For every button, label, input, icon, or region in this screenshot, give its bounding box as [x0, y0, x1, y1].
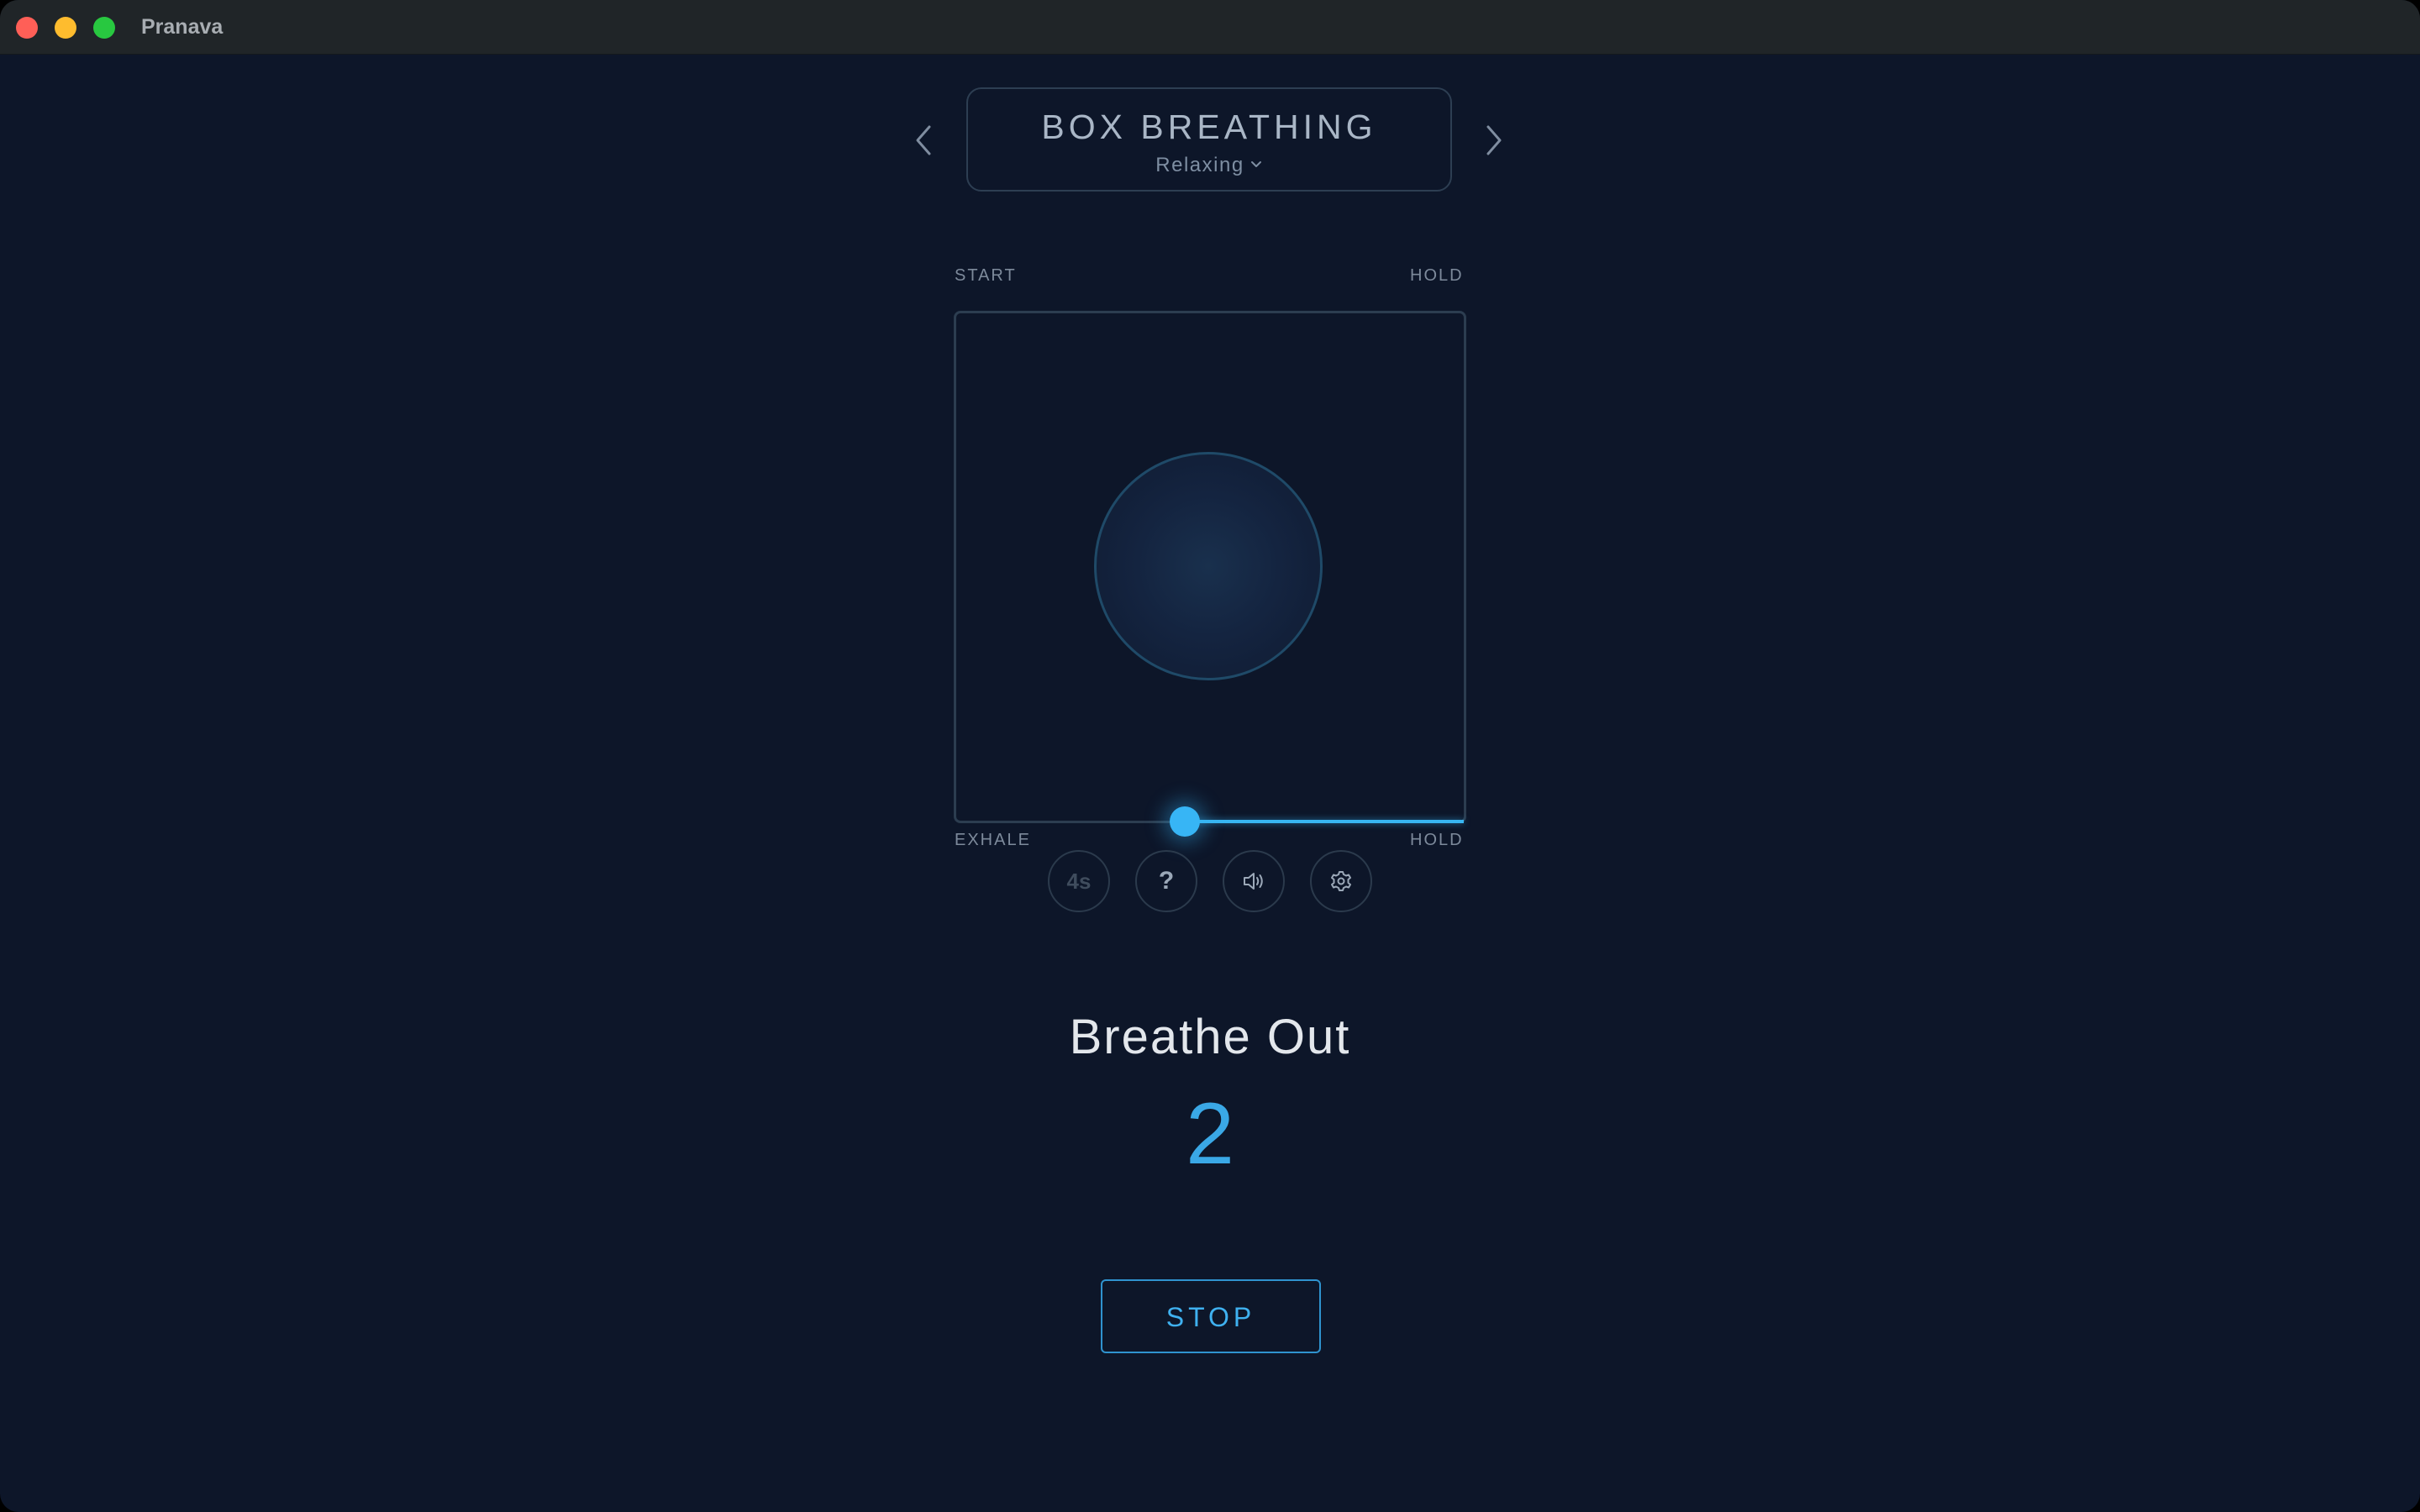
speaker-icon [1244, 873, 1263, 890]
help-button[interactable]: ? [1135, 850, 1197, 912]
minimize-window-button[interactable] [55, 17, 76, 39]
phase-countdown: 2 [1186, 1085, 1234, 1183]
title-bar: Pranava [0, 0, 2420, 55]
breathing-circle [1094, 452, 1323, 680]
window-title: Pranava [141, 15, 224, 39]
gear-icon [1331, 871, 1351, 891]
help-icon: ? [1158, 867, 1175, 895]
phase-label: Breathe Out [1069, 1010, 1351, 1064]
duration-button[interactable]: 4s [1048, 850, 1110, 912]
next-exercise-button[interactable] [1472, 118, 1514, 163]
corner-label-start: START [955, 266, 1017, 285]
corner-label-hold-top: HOLD [1410, 266, 1464, 285]
phase-progress-line [1184, 820, 1464, 823]
sound-button[interactable] [1223, 850, 1285, 912]
maximize-window-button[interactable] [93, 17, 115, 39]
chevron-down-icon [1250, 161, 1261, 167]
exercise-selector[interactable]: BOX BREATHING Relaxing [966, 87, 1452, 192]
corner-label-exhale: EXHALE [955, 831, 1031, 849]
app-window: Pranava BOX BREATHING Relaxing START HOL… [0, 0, 2420, 1512]
exercise-mode-dropdown[interactable]: Relaxing [968, 153, 1450, 178]
exercise-title: BOX BREATHING [1041, 108, 1377, 146]
stop-button[interactable]: STOP [1101, 1279, 1321, 1353]
duration-label: 4s [1066, 868, 1092, 894]
settings-button[interactable] [1310, 850, 1372, 912]
progress-indicator-dot[interactable] [1169, 806, 1200, 837]
exercise-mode-label: Relaxing [1155, 154, 1244, 176]
corner-label-hold-bottom: HOLD [1410, 831, 1464, 849]
close-window-button[interactable] [16, 17, 38, 39]
previous-exercise-button[interactable] [903, 118, 945, 163]
chevron-left-icon [916, 125, 931, 155]
chevron-right-icon [1486, 125, 1502, 155]
